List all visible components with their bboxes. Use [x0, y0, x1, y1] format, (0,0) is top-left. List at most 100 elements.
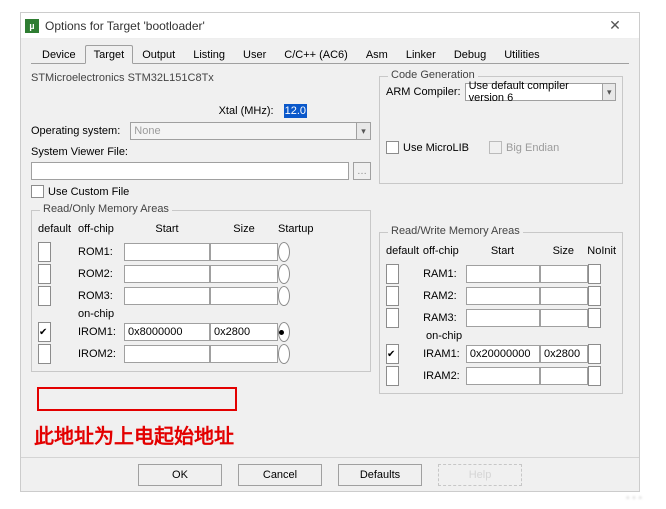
rom1-label: ROM1: — [78, 242, 124, 262]
rw-col-noinit: NoInit — [587, 241, 616, 261]
titlebar: µ Options for Target 'bootloader' ✕ — [21, 13, 639, 39]
compiler-value: Use default compiler version 6 — [469, 80, 601, 104]
iram1-label: IRAM1: — [423, 344, 466, 364]
readwrite-legend: Read/Write Memory Areas — [388, 225, 523, 237]
device-name: STMicroelectronics STM32L151C8Tx — [31, 72, 371, 84]
ram3-size[interactable] — [540, 309, 588, 327]
rom3-size[interactable] — [210, 287, 278, 305]
help-button[interactable]: Help — [438, 464, 522, 486]
tab-device[interactable]: Device — [33, 45, 85, 63]
tab-linker[interactable]: Linker — [397, 45, 445, 63]
tab-user[interactable]: User — [234, 45, 275, 63]
ram2-start[interactable] — [466, 287, 540, 305]
irom2-startup-radio[interactable] — [278, 344, 290, 364]
client-area: Device Target Output Listing User C/C++ … — [21, 39, 639, 394]
iram1-noinit-checkbox[interactable] — [588, 344, 601, 364]
rom2-start[interactable] — [124, 265, 210, 283]
ram2-size[interactable] — [540, 287, 588, 305]
tab-debug[interactable]: Debug — [445, 45, 495, 63]
irom2-size[interactable] — [210, 345, 278, 363]
svf-label: System Viewer File: — [31, 146, 371, 158]
rom3-startup-radio[interactable] — [278, 286, 290, 306]
tab-utilities[interactable]: Utilities — [495, 45, 548, 63]
rom3-def-checkbox[interactable] — [38, 286, 51, 306]
microlib-label: Use MicroLIB — [403, 142, 469, 154]
ram3-def-checkbox[interactable] — [386, 308, 399, 328]
iram1-def-checkbox[interactable]: ✔ — [386, 344, 399, 364]
ok-button[interactable]: OK — [138, 464, 222, 486]
rom1-start[interactable] — [124, 243, 210, 261]
tab-strip: Device Target Output Listing User C/C++ … — [31, 45, 629, 64]
rom2-size[interactable] — [210, 265, 278, 283]
codegen-group: Code Generation ARM Compiler: Use defaul… — [379, 76, 623, 184]
irom1-start[interactable] — [124, 323, 210, 341]
svf-browse-button[interactable]: … — [353, 162, 371, 180]
tab-target[interactable]: Target — [85, 45, 134, 64]
rw-onchip-label: on-chip — [426, 326, 472, 346]
iram1-start[interactable] — [466, 345, 540, 363]
irom2-def-checkbox[interactable] — [38, 344, 51, 364]
use-custom-checkbox[interactable] — [31, 185, 44, 198]
tab-cc[interactable]: C/C++ (AC6) — [275, 45, 357, 63]
cancel-button[interactable]: Cancel — [238, 464, 322, 486]
ram3-start[interactable] — [466, 309, 540, 327]
rw-row-ram1: RAM1: — [386, 263, 616, 285]
ro-row-rom2: ROM2: — [38, 263, 364, 285]
arm-compiler-combo[interactable]: Use default compiler version 6 ▾ — [465, 83, 616, 101]
irom2-label: IROM2: — [78, 344, 124, 364]
iram2-def-checkbox[interactable] — [386, 366, 399, 386]
ro-col-default: default — [38, 219, 78, 239]
ram1-label: RAM1: — [423, 264, 466, 284]
close-icon[interactable]: ✕ — [597, 13, 633, 38]
annotation-text: 此地址为上电起始地址 — [34, 420, 234, 449]
ro-row-rom1: ROM1: — [38, 241, 364, 263]
iram2-noinit-checkbox[interactable] — [588, 366, 601, 386]
ro-col-offchip: off-chip — [78, 219, 124, 239]
rom2-label: ROM2: — [78, 264, 124, 284]
rw-col-default: default — [386, 241, 423, 261]
irom1-startup-radio[interactable] — [278, 322, 290, 342]
readonly-memory-group: Read/Only Memory Areas default off-chip … — [31, 210, 371, 372]
iram1-size[interactable] — [540, 345, 588, 363]
ram1-def-checkbox[interactable] — [386, 264, 399, 284]
chevron-down-icon: ▾ — [602, 84, 615, 100]
ram3-noinit-checkbox[interactable] — [588, 308, 601, 328]
rom1-startup-radio[interactable] — [278, 242, 290, 262]
iram2-size[interactable] — [540, 367, 588, 385]
defaults-button[interactable]: Defaults — [338, 464, 422, 486]
rom2-def-checkbox[interactable] — [38, 264, 51, 284]
rw-row-ram2: RAM2: — [386, 285, 616, 307]
ram1-start[interactable] — [466, 265, 540, 283]
rom3-label: ROM3: — [78, 286, 124, 306]
microlib-checkbox[interactable] — [386, 141, 399, 154]
os-combo[interactable]: None ▾ — [130, 122, 371, 140]
iram2-start[interactable] — [466, 367, 540, 385]
ram2-def-checkbox[interactable] — [386, 286, 399, 306]
bigendian-checkbox — [489, 141, 502, 154]
rom1-def-checkbox[interactable] — [38, 242, 51, 262]
irom2-start[interactable] — [124, 345, 210, 363]
tab-page-target: STMicroelectronics STM32L151C8Tx Xtal (M… — [31, 64, 629, 394]
tab-output[interactable]: Output — [133, 45, 184, 63]
xtal-label: Xtal (MHz): — [31, 105, 280, 117]
rom3-start[interactable] — [124, 287, 210, 305]
compiler-label: ARM Compiler: — [386, 86, 461, 98]
rw-row-iram2: IRAM2: — [386, 365, 616, 387]
svf-input[interactable] — [31, 162, 349, 180]
ram3-label: RAM3: — [423, 308, 466, 328]
irom1-def-checkbox[interactable]: ✔ — [38, 322, 51, 342]
rom1-size[interactable] — [210, 243, 278, 261]
ro-col-size: Size — [210, 219, 278, 239]
chevron-down-icon: ▾ — [356, 123, 370, 139]
tab-listing[interactable]: Listing — [184, 45, 234, 63]
tab-asm[interactable]: Asm — [357, 45, 397, 63]
use-custom-label: Use Custom File — [48, 186, 129, 198]
bigendian-label: Big Endian — [506, 142, 559, 154]
rom2-startup-radio[interactable] — [278, 264, 290, 284]
ram1-noinit-checkbox[interactable] — [588, 264, 601, 284]
irom1-size[interactable] — [210, 323, 278, 341]
ram2-noinit-checkbox[interactable] — [588, 286, 601, 306]
left-column: STMicroelectronics STM32L151C8Tx Xtal (M… — [31, 70, 371, 394]
xtal-input[interactable]: 12.0 — [284, 104, 307, 118]
ram1-size[interactable] — [540, 265, 588, 283]
